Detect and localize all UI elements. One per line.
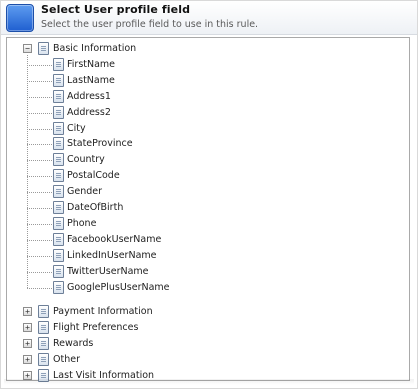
document-icon — [38, 352, 49, 366]
tree-leaf-address2[interactable]: Address2 — [7, 105, 407, 121]
tree-leaf-postalcode[interactable]: PostalCode — [7, 168, 407, 184]
tree-connector — [27, 271, 52, 273]
tree-leaf-address1[interactable]: Address1 — [7, 89, 407, 105]
tree-connector — [27, 160, 52, 162]
tree-leaf-label: Address2 — [67, 106, 111, 118]
document-icon — [38, 305, 49, 319]
tree-leaf-label: FirstName — [67, 58, 116, 70]
tree-leaf-googleplususername[interactable]: GooglePlusUserName — [7, 280, 407, 296]
tree-leaf-gender[interactable]: Gender — [7, 184, 407, 200]
document-icon — [53, 185, 64, 199]
tree-leaf-firstname[interactable]: FirstName — [7, 57, 407, 73]
tree-leaf-linkedinusername[interactable]: LinkedInUserName — [7, 248, 407, 264]
document-icon — [53, 121, 64, 135]
tree-node-label: Other — [53, 353, 80, 365]
tree-node-rewards[interactable]: + Rewards — [7, 336, 407, 352]
document-icon — [53, 89, 64, 103]
tree-leaf-label: LastName — [67, 74, 115, 86]
tree-node-label: Rewards — [53, 337, 94, 349]
tree-connector — [27, 128, 52, 130]
tree-node-basic-information[interactable]: − Basic Information — [7, 41, 407, 57]
tree-leaf-phone[interactable]: Phone — [7, 216, 407, 232]
document-icon — [53, 169, 64, 183]
expand-toggle-icon[interactable]: + — [23, 338, 32, 348]
document-icon — [53, 105, 64, 119]
tree-leaf-label: FacebookUserName — [67, 233, 162, 245]
tree-node-other[interactable]: + Other — [7, 352, 407, 368]
tree-leaf-country[interactable]: Country — [7, 152, 407, 168]
document-icon — [38, 42, 49, 55]
profile-field-tree-panel[interactable]: − Basic Information FirstName LastName Addre… — [6, 37, 410, 382]
tree-leaf-label: StateProvince — [67, 138, 133, 150]
document-icon — [38, 321, 49, 335]
tree-leaf-label: PostalCode — [67, 170, 120, 182]
tree-leaf-lastname[interactable]: LastName — [7, 73, 407, 89]
document-icon — [53, 248, 64, 262]
tree-connector — [27, 192, 52, 194]
document-icon — [53, 73, 64, 87]
tree-node-label: Basic Information — [53, 43, 137, 54]
document-icon — [53, 216, 64, 230]
tree-connector — [27, 80, 52, 82]
tree-leaf-facebookusername[interactable]: FacebookUserName — [7, 232, 407, 248]
tree-node-label: Flight Preferences — [53, 322, 139, 334]
tree-leaf-label: City — [67, 122, 86, 134]
tree-connector — [27, 112, 52, 114]
document-icon — [38, 336, 49, 350]
tree-leaf-stateprovince[interactable]: StateProvince — [7, 136, 407, 152]
tree-leaf-label: DateOfBirth — [67, 202, 124, 213]
tree-node-payment-information[interactable]: + Payment Information — [7, 304, 407, 320]
tree-connector-vertical — [27, 55, 28, 288]
tree-connector — [27, 239, 52, 241]
tree-connector — [27, 176, 52, 178]
tree-connector — [27, 64, 52, 66]
dialog-subtitle: Select the user profile field to use in … — [41, 19, 259, 30]
document-icon — [53, 280, 64, 294]
profile-field-icon — [6, 4, 34, 32]
tree-leaf-label: Phone — [67, 217, 97, 229]
tree-node-label: Payment Information — [53, 306, 153, 318]
tree-leaf-city[interactable]: City — [7, 121, 407, 137]
document-icon — [53, 232, 64, 246]
document-icon — [53, 153, 64, 167]
expand-toggle-icon[interactable]: + — [23, 307, 32, 317]
tree-leaf-label: Gender — [67, 186, 103, 198]
tree-leaf-label: GooglePlusUserName — [67, 281, 170, 293]
document-icon — [53, 264, 64, 278]
tree-leaf-dateofbirth[interactable]: DateOfBirth — [7, 200, 407, 216]
tree-leaf-twitterusername[interactable]: TwitterUserName — [7, 264, 407, 280]
dialog-header: Select User profile field Select the use… — [1, 1, 417, 35]
panel-shadow — [4, 379, 414, 385]
tree-leaf-label: Country — [67, 154, 105, 166]
document-icon — [53, 201, 64, 214]
tree-connector — [27, 287, 52, 289]
document-icon — [53, 137, 64, 151]
tree-connector — [27, 223, 52, 225]
tree-connector — [27, 96, 52, 98]
tree-connector — [27, 208, 52, 209]
tree-leaf-label: LinkedInUserName — [67, 249, 157, 261]
tree-leaf-label: Address1 — [67, 90, 111, 102]
tree-connector — [27, 144, 52, 146]
tree-node-flight-preferences[interactable]: + Flight Preferences — [7, 320, 407, 336]
expand-toggle-icon[interactable]: + — [23, 323, 32, 333]
dialog-title: Select User profile field — [41, 3, 191, 16]
expand-toggle-icon[interactable]: + — [23, 354, 32, 364]
tree-leaf-label: TwitterUserName — [67, 265, 149, 277]
tree-connector — [27, 255, 52, 257]
collapse-toggle-icon[interactable]: − — [23, 44, 32, 53]
document-icon — [53, 57, 64, 71]
